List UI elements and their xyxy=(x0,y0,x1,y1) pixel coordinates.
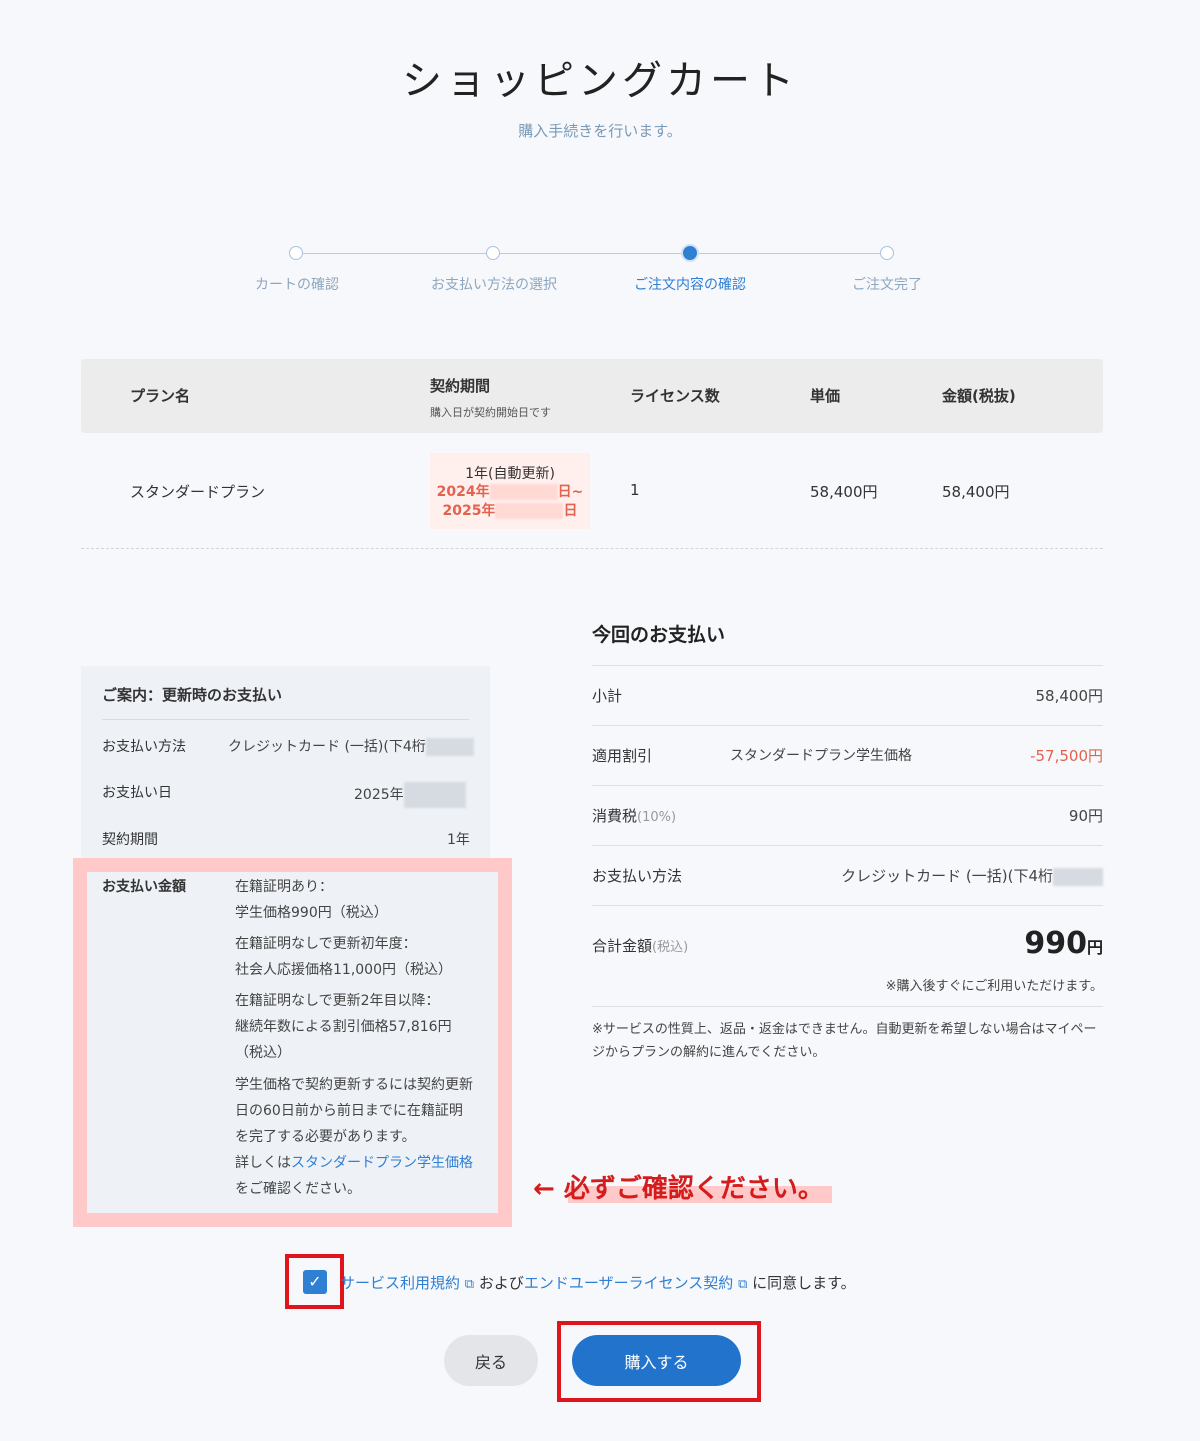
agreement-text: サービス利用規約 ⧉ およびエンドユーザーライセンス契約 ⧉ に同意します。 xyxy=(340,1274,856,1292)
amount-line: （税込） xyxy=(235,1045,291,1061)
divider xyxy=(102,719,469,720)
info-payment-date-label: お支払い日 xyxy=(102,785,172,801)
amount-line: を完了する必要があります。 xyxy=(235,1129,416,1145)
divider xyxy=(592,845,1103,846)
amount-line: 在籍証明なしで更新初年度： xyxy=(235,936,417,952)
amount-line: 学生価格で契約更新するには契約更新 xyxy=(235,1077,473,1093)
col-header-amount: 金額(税抜) xyxy=(942,387,1016,405)
subtotal-label: 小計 xyxy=(592,687,623,705)
external-link-icon: ⧉ xyxy=(464,1277,475,1292)
summary-title: 今回のお支払い xyxy=(592,624,726,646)
table-row-divider xyxy=(81,548,1103,549)
refund-note: ※サービスの性質上、返品・返金はできません。自動更新を希望しない場合はマイページ… xyxy=(592,1022,1097,1060)
stepper-line xyxy=(296,253,888,254)
annotation-text: ← 必ずご確認ください。 xyxy=(533,1174,824,1204)
info-period-label: 契約期間 xyxy=(102,832,158,848)
divider xyxy=(592,785,1103,786)
info-payment-method-value: クレジットカード (一括)(下4桁 xyxy=(228,736,474,756)
student-price-link[interactable]: スタンダードプラン学生価格 xyxy=(291,1155,473,1171)
step-label-payment: お支払い方法の選択 xyxy=(431,277,557,293)
col-header-unit-price: 単価 xyxy=(810,387,841,405)
tax-label: 消費税(10%) xyxy=(592,807,677,825)
divider xyxy=(592,725,1103,726)
back-button[interactable]: 戻る xyxy=(444,1335,538,1386)
amount-line: 学生価格990円（税込） xyxy=(235,905,388,921)
subtotal-value: 58,400円 xyxy=(1035,687,1104,705)
immediate-use-note: ※購入後すぐにご利用いただけます。 xyxy=(885,979,1103,994)
col-header-licenses: ライセンス数 xyxy=(630,387,720,405)
method-label: お支払い方法 xyxy=(592,867,683,885)
divider xyxy=(592,905,1103,906)
info-payment-date-value: 2025年 xyxy=(354,782,466,808)
col-header-plan: プラン名 xyxy=(130,387,191,405)
divider xyxy=(592,1006,1103,1007)
tax-value: 90円 xyxy=(1068,807,1103,825)
amount-line: 継続年数による割引価格57,816円 xyxy=(235,1019,452,1035)
step-label-confirm: ご注文内容の確認 xyxy=(634,277,746,293)
row-plan-name: スタンダードプラン xyxy=(130,483,266,501)
page-title: ショッピングカート xyxy=(402,58,798,104)
agree-checkbox[interactable]: ✓ xyxy=(303,1270,327,1294)
details-line: 詳しくはスタンダードプラン学生価格 xyxy=(235,1155,473,1171)
amount-line: 在籍証明あり： xyxy=(235,879,333,895)
info-period-value: 1年 xyxy=(447,832,470,848)
step-dot-confirm xyxy=(681,244,699,262)
page-subtitle: 購入手続きを行います。 xyxy=(518,122,682,140)
row-contract-period: 1年(自動更新) 2024年 日~ 2025年日 xyxy=(430,453,590,529)
discount-name: スタンダードプラン学生価格 xyxy=(730,748,912,764)
amount-line: 日の60日前から前日までに在籍証明 xyxy=(235,1103,463,1119)
step-dot-cart xyxy=(289,246,303,260)
renewal-info-title: ご案内：更新時のお支払い xyxy=(102,686,283,704)
row-licenses: 1 xyxy=(630,481,640,499)
buy-button[interactable]: 購入する xyxy=(572,1335,741,1386)
info-amount-label: お支払い金額 xyxy=(102,879,186,895)
details-suffix: をご確認ください。 xyxy=(235,1181,361,1197)
discount-label: 適用割引 xyxy=(592,747,653,765)
discount-value: -57,500円 xyxy=(1030,747,1103,765)
col-header-period-note: 購入日が契約開始日です xyxy=(430,406,551,419)
method-value: クレジットカード (一括)(下4桁 xyxy=(841,865,1103,886)
amount-line: 在籍証明なしで更新2年目以降： xyxy=(235,993,440,1009)
row-unit-price: 58,400円 xyxy=(810,483,878,501)
step-dot-payment xyxy=(486,246,500,260)
info-payment-method-label: お支払い方法 xyxy=(102,739,186,755)
step-dot-complete xyxy=(880,246,894,260)
period-kind: 1年(自動更新) xyxy=(465,466,555,482)
col-header-period: 契約期間 xyxy=(430,377,491,395)
step-label-cart: カートの確認 xyxy=(255,277,339,293)
total-label: 合計金額(税込) xyxy=(592,937,689,955)
step-label-complete: ご注文完了 xyxy=(852,277,922,293)
eula-link[interactable]: エンドユーザーライセンス契約 xyxy=(524,1274,733,1292)
row-amount: 58,400円 xyxy=(942,483,1010,501)
amount-line: 社会人応援価格11,000円（税込） xyxy=(235,962,452,978)
period-end: 2025年日 xyxy=(442,503,578,519)
terms-link[interactable]: サービス利用規約 xyxy=(340,1274,460,1292)
check-icon: ✓ xyxy=(308,1272,322,1291)
total-amount: 990円 xyxy=(1024,926,1103,961)
period-start: 2024年 日~ xyxy=(436,484,584,500)
divider xyxy=(592,665,1103,666)
external-link-icon: ⧉ xyxy=(738,1277,748,1292)
